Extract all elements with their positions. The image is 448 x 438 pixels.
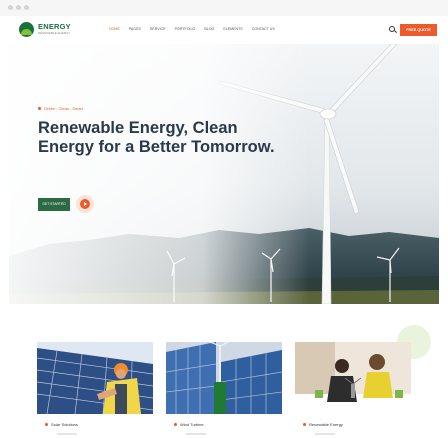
bullet-icon [45,423,48,426]
service-card-renewable[interactable]: Renewable Energy [295,342,411,438]
hero-eyebrow-text: Green , Clean , Smart [44,106,83,111]
main-nav: Home Pages Service Portfolio Blog Elemen… [109,27,275,31]
service-text-placeholder [57,433,77,435]
free-quote-button[interactable]: Free Quote [400,24,437,36]
nav-item-portfolio[interactable]: Portfolio [175,27,196,31]
service-label: Solar Solutions [45,422,78,427]
hero-actions: Get Started [38,195,94,213]
bullet-icon [38,107,41,110]
service-image-solar [37,342,153,414]
window-dot-icon [24,5,29,10]
nav-item-blog[interactable]: Blog [204,27,214,31]
service-image-renewable [295,342,411,414]
window-dot-icon [8,5,13,10]
logo-icon [19,22,34,37]
get-started-button[interactable]: Get Started [38,197,70,211]
nav-item-contact[interactable]: Contact Us [252,27,275,31]
service-text-placeholder [186,433,206,435]
logo-tagline: RENEWABLE ENERGY [38,30,71,35]
service-title[interactable]: Solar Solutions [51,422,78,427]
logo-text: ENERGY RENEWABLE ENERGY [38,21,71,37]
logo[interactable]: ENERGY RENEWABLE ENERGY [19,22,71,37]
bullet-icon [303,423,306,426]
window-dot-icon [16,5,21,10]
browser-bar [0,0,448,16]
play-video-button[interactable] [76,195,94,213]
service-title[interactable]: Wind Turbine [180,422,204,427]
service-title[interactable]: Renewable Energy [309,422,343,427]
bullet-icon [174,423,177,426]
hero-title: Renewable Energy, Clean Energy for a Bet… [38,119,275,156]
hero-section: Green , Clean , Smart Renewable Energy, … [9,44,439,304]
hero-eyebrow: Green , Clean , Smart [38,106,298,111]
site-header: ENERGY RENEWABLE ENERGY Home Pages Servi… [9,16,439,44]
nav-item-elements[interactable]: Elements [223,27,242,31]
logo-name: ENERGY [38,21,71,31]
hero-background-image [9,44,439,304]
nav-item-service[interactable]: Service [150,27,166,31]
service-label: Wind Turbine [174,422,204,427]
page: ENERGY RENEWABLE ENERGY Home Pages Servi… [9,16,439,438]
search-icon[interactable] [389,26,395,32]
nav-item-pages[interactable]: Pages [129,27,141,31]
service-label: Renewable Energy [303,422,343,427]
service-card-wind[interactable]: Wind Turbine [166,342,282,438]
play-icon [80,199,90,209]
nav-item-home[interactable]: Home [109,27,120,31]
hero-content: Green , Clean , Smart Renewable Energy, … [38,106,298,157]
service-text-placeholder [315,433,335,435]
service-card-solar[interactable]: Solar Solutions [37,342,153,438]
service-image-wind [166,342,282,414]
